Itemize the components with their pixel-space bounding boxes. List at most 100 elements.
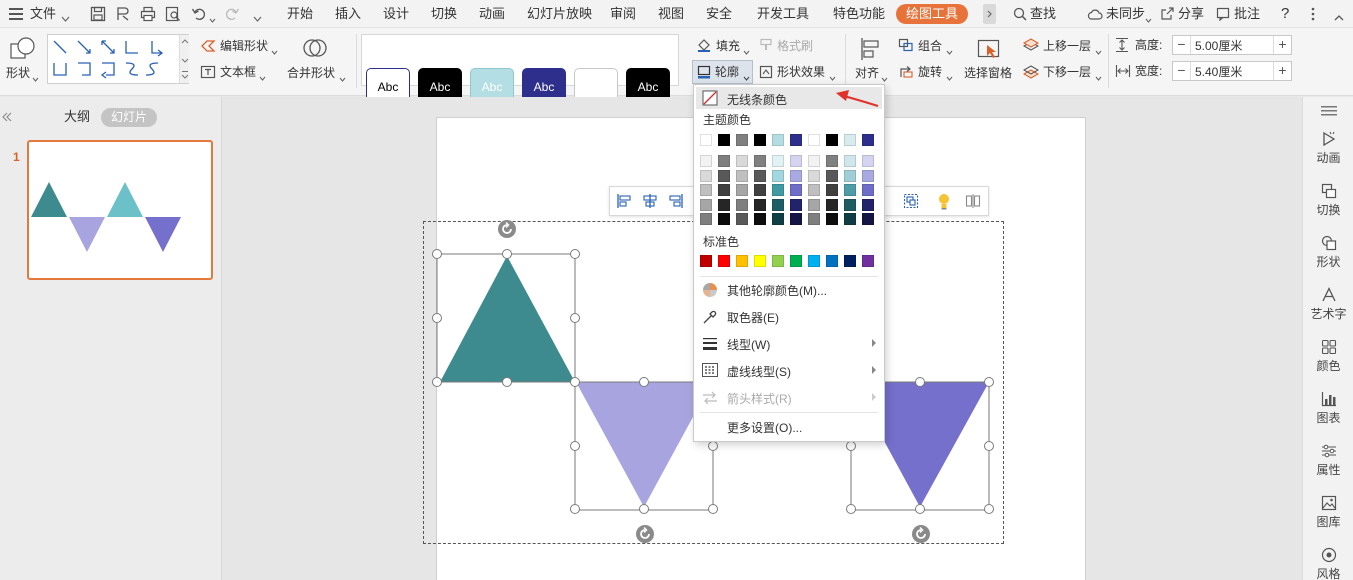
theme-color-swatch[interactable] [862,134,874,146]
undo-icon[interactable] [191,6,207,25]
theme-shade-swatch[interactable] [772,155,784,167]
comment-icon[interactable] [1216,7,1230,24]
resize-handle[interactable] [570,441,580,451]
rotate-icon[interactable] [898,65,914,82]
align-left-icon[interactable] [616,193,632,212]
more-settings-item[interactable]: 更多设置(O)... [694,414,884,440]
theme-shade-swatch[interactable] [700,198,712,211]
theme-shade-swatch[interactable] [718,213,730,225]
connector-gallery[interactable] [47,34,189,84]
print-preview-icon[interactable] [165,6,181,25]
theme-shade-swatch[interactable] [844,213,856,225]
theme-shade-swatch[interactable] [700,169,712,182]
resize-handle[interactable] [502,377,512,387]
resize-handle[interactable] [570,377,580,387]
chevron-down-icon[interactable] [271,44,278,58]
width-decrease-button[interactable]: − [1173,62,1191,80]
fill-bucket-icon[interactable] [696,38,712,55]
tab-review[interactable]: 审阅 [610,0,636,28]
theme-shade-swatch[interactable] [772,169,784,182]
tab-developer[interactable]: 开发工具 [757,0,809,28]
rotate-handle-icon[interactable] [635,524,655,547]
chevron-down-icon[interactable] [259,70,266,84]
theme-shade-swatch[interactable] [826,213,838,225]
theme-shade-swatch[interactable] [862,184,874,196]
theme-color-swatch[interactable] [700,134,712,146]
theme-shade-swatch[interactable] [736,184,748,196]
theme-shade-swatch[interactable] [808,213,820,225]
outline-button[interactable]: 轮廓 [715,64,739,80]
resize-handle[interactable] [915,377,925,387]
bring-forward-icon[interactable] [1022,38,1040,55]
theme-color-swatch[interactable] [718,134,730,146]
theme-color-swatch[interactable] [754,134,766,146]
theme-shade-swatch[interactable] [808,198,820,211]
chevron-down-icon[interactable] [881,71,888,85]
merge-shape-icon[interactable] [302,36,328,63]
theme-shade-swatch[interactable] [754,198,766,211]
tab-special-features[interactable]: 特色功能 [833,0,885,28]
theme-shade-swatch[interactable] [718,198,730,211]
theme-shade-swatch[interactable] [736,169,748,182]
resize-handle[interactable] [570,313,580,323]
sidebar-item-properties[interactable]: 属性 [1303,443,1353,479]
theme-shade-swatch[interactable] [700,213,712,225]
sidebar-item-wordart[interactable]: 艺术字 [1303,286,1353,323]
theme-shade-swatch[interactable] [718,155,730,167]
standard-color-swatch[interactable] [826,255,838,267]
resize-handle[interactable] [915,504,925,514]
resize-handle[interactable] [432,249,442,259]
edit-shape-icon[interactable] [200,39,216,56]
sidebar-item-style[interactable]: 风格 [1303,547,1353,580]
tab-animation[interactable]: 动画 [479,0,505,28]
theme-shade-swatch[interactable] [862,169,874,182]
theme-shade-swatch[interactable] [808,169,820,182]
theme-shade-swatch[interactable] [718,184,730,196]
search-button[interactable]: 查找 [1030,0,1056,28]
resize-handle[interactable] [639,504,649,514]
tab-slides[interactable]: 幻灯片 [101,108,157,127]
textbox-icon[interactable] [200,65,216,82]
output-pdf-icon[interactable] [115,6,131,25]
send-backward-button[interactable]: 下移一层 [1043,64,1091,80]
more-options-icon[interactable] [1311,7,1315,24]
share-button[interactable]: 分享 [1178,0,1204,28]
theme-shade-swatch[interactable] [862,155,874,167]
standard-color-swatch[interactable] [736,255,748,267]
search-icon[interactable] [1013,7,1027,24]
distribute-icon[interactable] [965,193,981,212]
chevron-down-icon[interactable] [209,12,216,26]
tab-slideshow[interactable]: 幻灯片放映 [527,0,592,28]
width-stepper[interactable]: − + [1172,61,1292,81]
resize-handle[interactable] [502,249,512,259]
theme-shade-swatch[interactable] [790,198,802,211]
tab-home[interactable]: 开始 [287,0,313,28]
chevron-down-icon[interactable] [743,70,750,84]
chevron-down-icon[interactable] [339,71,346,85]
height-stepper[interactable]: − + [1172,35,1292,55]
theme-shade-swatch[interactable] [844,155,856,167]
resize-handle[interactable] [984,377,994,387]
sync-status[interactable]: 未同步 [1106,0,1145,28]
theme-color-swatch[interactable] [844,134,856,146]
standard-color-swatch[interactable] [808,255,820,267]
theme-shade-swatch[interactable] [718,169,730,182]
theme-shade-swatch[interactable] [772,184,784,196]
edit-shape-button[interactable]: 编辑形状 [220,38,268,54]
theme-shade-swatch[interactable] [862,213,874,225]
rotate-handle-icon[interactable] [911,524,931,547]
sidebar-item-chart[interactable]: 图表 [1303,391,1353,427]
triangle-light-purple[interactable] [576,382,712,507]
resize-handle[interactable] [984,441,994,451]
hamburger-menu-icon[interactable] [9,8,23,20]
tab-view[interactable]: 视图 [658,0,684,28]
resize-handle[interactable] [570,504,580,514]
theme-shade-swatch[interactable] [754,213,766,225]
standard-color-swatch[interactable] [862,255,874,267]
theme-shade-swatch[interactable] [844,169,856,182]
textbox-button[interactable]: 文本框 [220,64,256,80]
tab-outline[interactable]: 大纲 [64,109,90,125]
selection-pane-icon[interactable] [977,37,1001,64]
merge-shape-button[interactable]: 合并形状 [287,65,335,81]
theme-shade-swatch[interactable] [826,155,838,167]
